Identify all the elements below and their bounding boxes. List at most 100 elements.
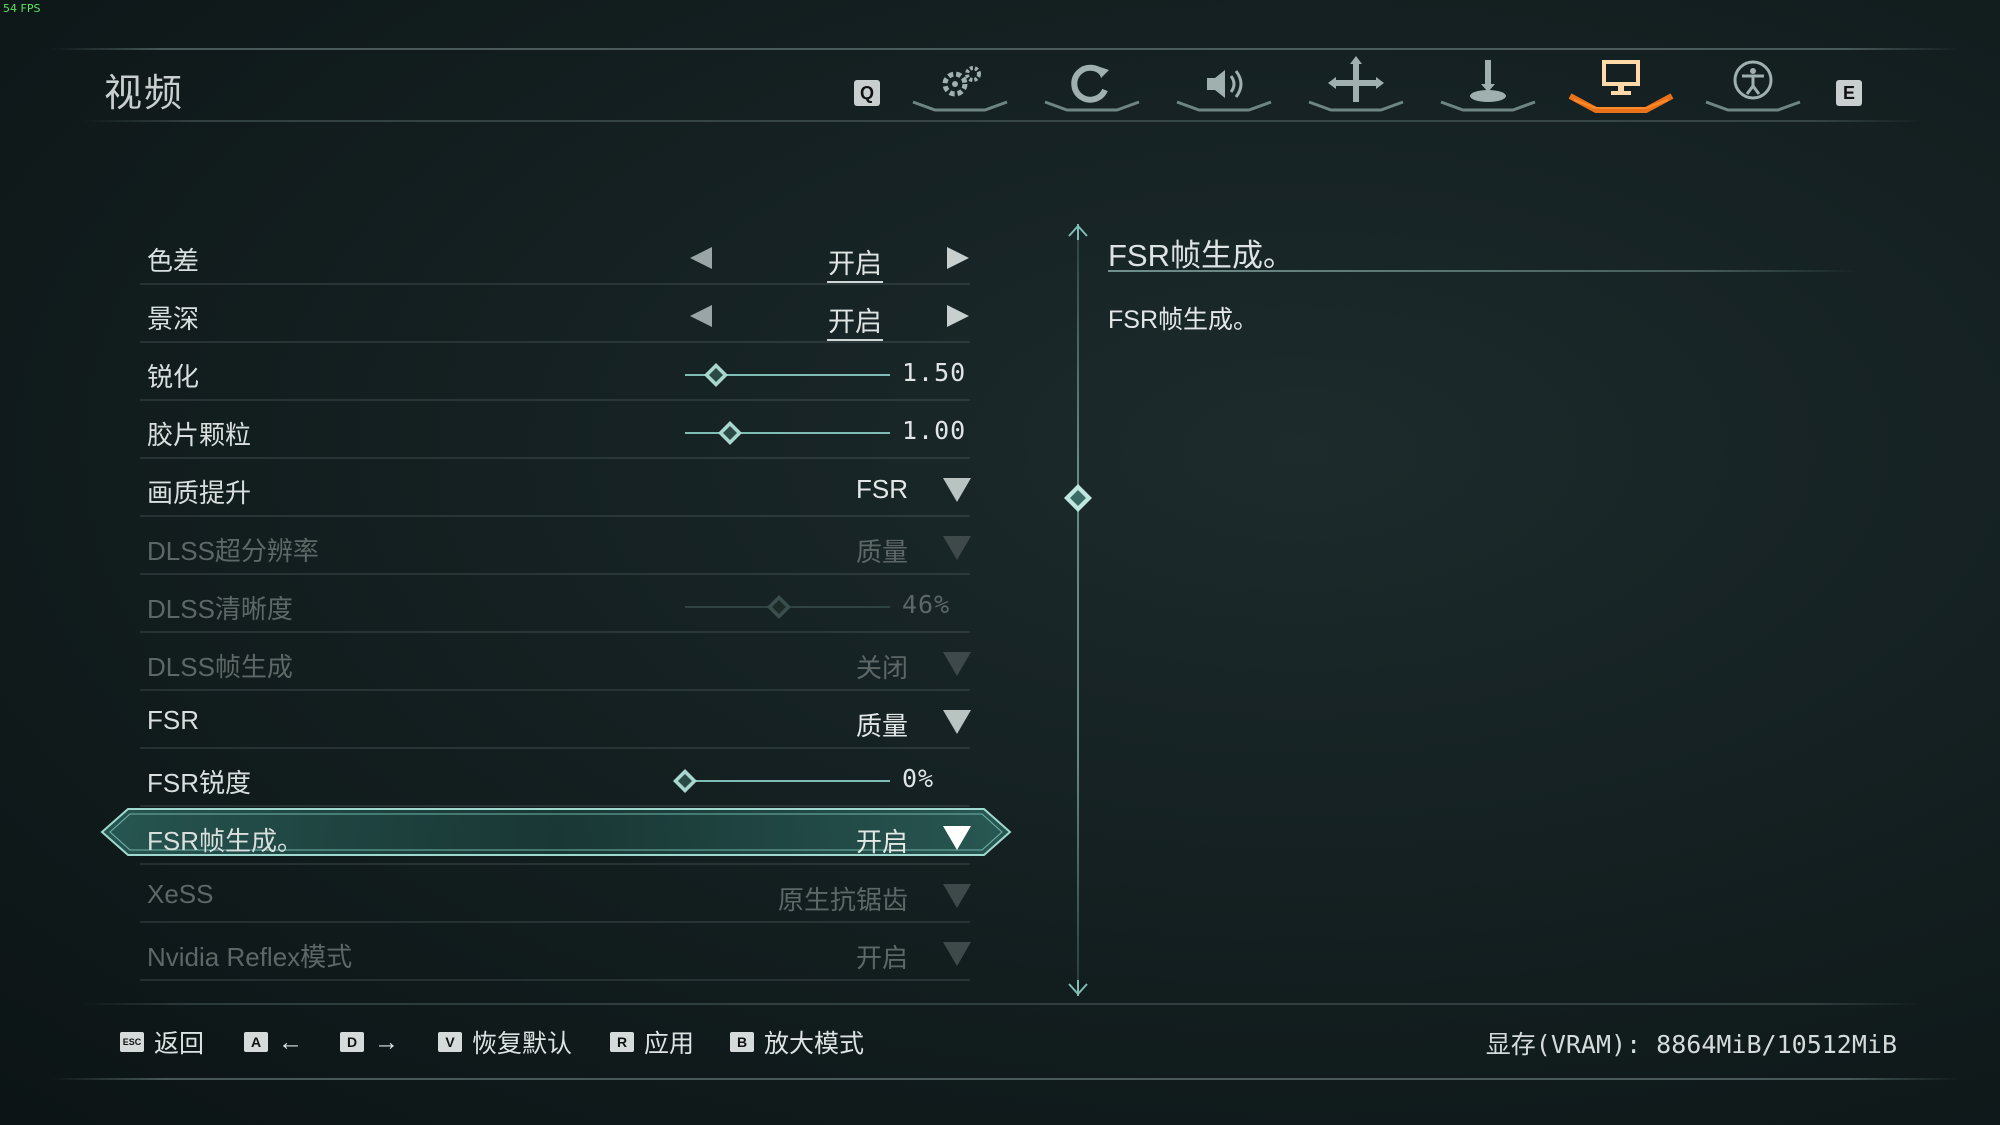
arrow-left-icon[interactable]: [690, 247, 712, 269]
slider-value: 46%: [902, 590, 951, 619]
dropdown-triangle-icon: [943, 884, 971, 908]
hint-label: 放大模式: [764, 1030, 865, 1058]
arrow-right-icon[interactable]: [947, 247, 969, 269]
header-underline: [80, 120, 1925, 122]
setting-label: 胶片颗粒: [147, 420, 252, 450]
setting-label: 色差: [147, 246, 200, 276]
slider-track[interactable]: [685, 432, 890, 434]
bottom-frame-line: [50, 1078, 1960, 1080]
footer-hint-next[interactable]: D →: [340, 1022, 399, 1062]
setting-row-dlss-sharpness: DLSS清晰度 46%: [140, 581, 970, 633]
tab-video[interactable]: [1566, 52, 1676, 114]
dropdown-triangle-icon: [943, 652, 971, 676]
setting-label: DLSS超分辨率: [147, 536, 319, 566]
dropdown-triangle-icon: [943, 536, 971, 560]
setting-value: 原生抗锯齿: [777, 885, 908, 915]
hint-label: 返回: [154, 1030, 205, 1058]
setting-row-sharpening[interactable]: 锐化 1.50: [140, 349, 970, 401]
setting-label: 景深: [147, 304, 200, 334]
setting-row-chromatic-aberration[interactable]: 色差 开启: [140, 233, 970, 285]
setting-value: 开启: [855, 943, 908, 973]
slider-knob-icon[interactable]: [673, 769, 697, 793]
dropdown-triangle-icon[interactable]: [943, 478, 971, 502]
slider-track[interactable]: [685, 780, 890, 782]
setting-row-film-grain[interactable]: 胶片颗粒 1.00: [140, 407, 970, 459]
footer-top-line: [80, 1003, 1925, 1005]
dropdown-triangle-icon[interactable]: [943, 826, 971, 850]
key-badge: V: [438, 1032, 462, 1052]
prev-tab-key-badge[interactable]: Q: [854, 80, 880, 106]
setting-label: Nvidia Reflex模式: [147, 942, 353, 972]
setting-row-xess: XeSS 原生抗锯齿: [140, 871, 971, 923]
tab-audio[interactable]: [1169, 52, 1279, 114]
scrollbar-thumb-icon[interactable]: [1064, 484, 1092, 512]
setting-label: XeSS: [147, 879, 214, 909]
gear-icon: [912, 66, 1008, 112]
key-badge: ESC: [120, 1032, 144, 1052]
setting-label: DLSS清晰度: [147, 594, 293, 624]
joystick-icon: [1440, 60, 1536, 112]
slider-knob-icon: [767, 595, 792, 619]
slider-value: 1.50: [902, 358, 967, 387]
description-divider: [1108, 270, 1860, 272]
setting-value: 开启: [800, 242, 910, 283]
setting-row-dlss-super-resolution: DLSS超分辨率 质量: [140, 523, 971, 575]
setting-value: 质量: [855, 537, 908, 567]
dropdown-triangle-icon[interactable]: [943, 710, 971, 734]
setting-row-dlss-frame-generation: DLSS帧生成 关闭: [140, 639, 971, 691]
setting-label: 锐化: [147, 362, 200, 392]
setting-value: FSR: [856, 474, 908, 504]
arrow-left-icon[interactable]: [690, 305, 712, 327]
footer-hint-back[interactable]: ESC 返回: [120, 1022, 204, 1062]
setting-label: FSR锐度: [147, 768, 252, 798]
scrollbar-track[interactable]: [1077, 235, 1079, 985]
setting-row-fsr[interactable]: FSR 质量: [140, 697, 971, 749]
tab-accessibility[interactable]: [1698, 52, 1808, 114]
setting-label: 画质提升: [147, 478, 252, 508]
dropdown-triangle-icon: [943, 942, 971, 966]
scroll-up-icon[interactable]: [1066, 222, 1090, 242]
speaker-icon: [1176, 70, 1272, 112]
setting-value: 质量: [855, 711, 908, 741]
setting-row-fsr-frame-generation[interactable]: FSR帧生成。 开启: [100, 808, 1012, 865]
key-badge: R: [610, 1032, 634, 1052]
accessibility-icon: [1705, 60, 1801, 112]
camera-rotate-icon: [1044, 64, 1140, 112]
setting-value: 开启: [855, 827, 908, 857]
footer-hint-restore-defaults[interactable]: V 恢复默认: [438, 1022, 572, 1062]
tab-controls[interactable]: [1301, 52, 1411, 114]
setting-row-fsr-sharpness[interactable]: FSR锐度 0%: [140, 755, 970, 807]
scroll-down-icon[interactable]: [1066, 978, 1090, 998]
hint-label: →: [374, 1027, 399, 1056]
setting-value: 开启: [800, 300, 910, 341]
setting-row-depth-of-field[interactable]: 景深 开启: [140, 291, 970, 343]
footer-hint-zoom-mode[interactable]: B 放大模式: [730, 1022, 864, 1062]
setting-row-upscaling[interactable]: 画质提升 FSR: [140, 465, 971, 517]
tab-general[interactable]: [905, 52, 1015, 114]
fps-counter: 54 FPS: [3, 2, 41, 15]
vram-usage: 显存(VRAM): 8864MiB/10512MiB: [1485, 1030, 1897, 1059]
hint-label: 恢复默认: [472, 1030, 573, 1058]
hint-label: 应用: [644, 1030, 695, 1058]
next-tab-key-badge[interactable]: E: [1836, 80, 1862, 106]
slider-knob-icon[interactable]: [718, 421, 743, 445]
slider-value: 0%: [902, 764, 935, 793]
crosshair-move-icon: [1308, 56, 1404, 112]
description-title: FSR帧生成。: [1108, 238, 1294, 273]
arrow-right-icon[interactable]: [947, 305, 969, 327]
page-title: 视频: [104, 73, 185, 115]
key-badge: A: [244, 1032, 268, 1052]
hint-label: ←: [278, 1027, 303, 1056]
tab-gamepad[interactable]: [1433, 52, 1543, 114]
setting-value: 关闭: [855, 653, 908, 683]
key-badge: B: [730, 1032, 754, 1052]
category-tab-bar: Q E: [850, 52, 1880, 114]
setting-row-nvidia-reflex: Nvidia Reflex模式 开启: [140, 929, 971, 981]
setting-label: DLSS帧生成: [147, 652, 293, 682]
slider-knob-icon[interactable]: [703, 363, 728, 387]
slider-value: 1.00: [902, 416, 967, 445]
footer-hint-apply[interactable]: R 应用: [610, 1022, 694, 1062]
key-badge: D: [340, 1032, 364, 1052]
footer-hint-prev[interactable]: A ←: [244, 1022, 303, 1062]
tab-camera[interactable]: [1037, 52, 1147, 114]
